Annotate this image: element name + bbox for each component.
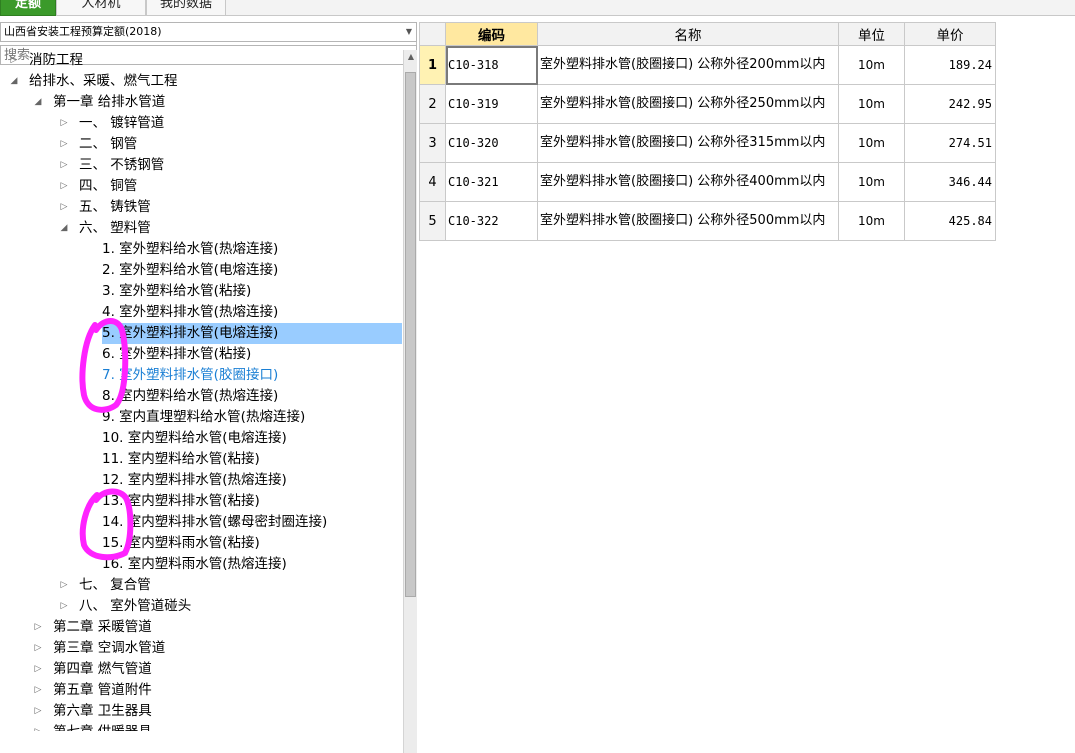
collapse-arrow-icon[interactable]: ◢ (58, 218, 70, 239)
tree-leaf-label: 3. 室外塑料给水管(粘接) (102, 283, 252, 299)
cell-name[interactable]: 室外塑料排水管(胶圈接口) 公称外径315mm以内 (537, 123, 839, 163)
expand-arrow-icon[interactable]: ▷ (58, 134, 70, 155)
expand-arrow-icon[interactable]: ▷ (58, 155, 70, 176)
row-index: 5 (419, 201, 446, 241)
tree-leaf-label: 15. 室内塑料雨水管(粘接) (102, 535, 260, 551)
cell-code[interactable]: C10-322 (445, 201, 538, 241)
grid-header-row: 编码 名称 单位 单价 (419, 22, 996, 46)
expand-arrow-icon[interactable]: ▷ (32, 722, 44, 731)
cell-price[interactable]: 425.84 (904, 201, 996, 241)
cell-code[interactable]: C10-321 (445, 162, 538, 202)
cell-unit[interactable]: 10m (838, 45, 905, 85)
tree-node-label: 第六章 卫生器具 (53, 703, 152, 719)
tree-node-label: 第二章 采暖管道 (53, 619, 152, 635)
tab-labor-material-machine[interactable]: 人材机 (56, 0, 146, 16)
cell-name[interactable]: 室外塑料排水管(胶圈接口) 公称外径400mm以内 (537, 162, 839, 202)
column-header-unit[interactable]: 单位 (838, 22, 905, 46)
table-row[interactable]: 4 C10-321 室外塑料排水管(胶圈接口) 公称外径400mm以内 10m … (419, 162, 996, 202)
chapter-tree: ▷ 消防工程 ◢ 给排水、采暖、燃气工程 ◢ 第一章 给排水管道 ▷ 一、 镀锌… (0, 50, 403, 731)
tree-node-label: 第五章 管道附件 (53, 682, 152, 698)
expand-arrow-icon[interactable]: ▷ (8, 50, 20, 71)
row-index: 3 (419, 123, 446, 163)
collapse-arrow-icon[interactable]: ◢ (32, 92, 44, 113)
table-row[interactable]: 5 C10-322 室外塑料排水管(胶圈接口) 公称外径500mm以内 10m … (419, 201, 996, 241)
expand-arrow-icon[interactable]: ▷ (32, 701, 44, 722)
tree-leaf-label: 12. 室内塑料排水管(热熔连接) (102, 472, 287, 488)
table-row[interactable]: 3 C10-320 室外塑料排水管(胶圈接口) 公称外径315mm以内 10m … (419, 123, 996, 163)
cell-price[interactable]: 274.51 (904, 123, 996, 163)
tree-scrollbar[interactable]: ▲ (403, 50, 417, 753)
row-index: 2 (419, 84, 446, 124)
tree-leaf-label: 5. 室外塑料排水管(电熔连接) (102, 323, 402, 344)
row-index: 1 (419, 45, 446, 85)
cell-unit[interactable]: 10m (838, 84, 905, 124)
cell-unit[interactable]: 10m (838, 201, 905, 241)
tree-node-label: 第四章 燃气管道 (53, 661, 152, 677)
tree-node-label: 八、 室外管道碰头 (79, 598, 192, 614)
tree-node-label: 一、 镀锌管道 (79, 115, 165, 131)
expand-arrow-icon[interactable]: ▷ (58, 113, 70, 134)
expand-arrow-icon[interactable]: ▷ (32, 659, 44, 680)
column-header-name[interactable]: 名称 (537, 22, 839, 46)
expand-arrow-icon[interactable]: ▷ (58, 197, 70, 218)
chevron-down-icon[interactable]: ▼ (406, 27, 412, 36)
tree-node-label: 第七章 供暖器具 (53, 722, 152, 731)
column-header-price[interactable]: 单价 (904, 22, 996, 46)
tree-leaf-label: 14. 室内塑料排水管(螺母密封圈连接) (102, 514, 328, 530)
cell-name[interactable]: 室外塑料排水管(胶圈接口) 公称外径500mm以内 (537, 201, 839, 241)
tree-node-label: 六、 塑料管 (79, 220, 151, 236)
tree-leaf-label: 4. 室外塑料排水管(热熔连接) (102, 304, 279, 320)
tree-leaf-label: 13. 室内塑料排水管(粘接) (102, 493, 260, 509)
tree-node-label: 三、 不锈钢管 (79, 157, 165, 173)
quota-library-value: 山西省安装工程预算定额(2018) (4, 25, 162, 38)
table-row[interactable]: 2 C10-319 室外塑料排水管(胶圈接口) 公称外径250mm以内 10m … (419, 84, 996, 124)
tree-leaf-label: 2. 室外塑料给水管(电熔连接) (102, 262, 279, 278)
tab-my-data[interactable]: 我的数据 (146, 0, 226, 16)
cell-code[interactable]: C10-320 (445, 123, 538, 163)
expand-arrow-icon[interactable]: ▷ (58, 176, 70, 197)
table-row[interactable]: 1 C10-318 室外塑料排水管(胶圈接口) 公称外径200mm以内 10m … (419, 45, 996, 85)
cell-name[interactable]: 室外塑料排水管(胶圈接口) 公称外径200mm以内 (537, 45, 839, 85)
tree-leaf-label: 8. 室内塑料给水管(热熔连接) (102, 388, 279, 404)
tree-node-label: 消防工程 (29, 52, 83, 68)
grid-corner (419, 22, 446, 46)
tree-leaf-label: 7. 室外塑料排水管(胶圈接口) (102, 367, 279, 383)
tree-leaf-label: 16. 室内塑料雨水管(热熔连接) (102, 556, 287, 572)
top-tab-bar: 定额 人材机 我的数据 (0, 0, 1075, 16)
expand-arrow-icon[interactable]: ▷ (58, 575, 70, 596)
expand-arrow-icon[interactable]: ▷ (58, 596, 70, 617)
cell-unit[interactable]: 10m (838, 162, 905, 202)
tree-leaf-label: 10. 室内塑料给水管(电熔连接) (102, 430, 287, 446)
cell-code[interactable]: C10-319 (445, 84, 538, 124)
tree-leaf-label: 6. 室外塑料排水管(粘接) (102, 346, 252, 362)
cell-price[interactable]: 346.44 (904, 162, 996, 202)
cell-name[interactable]: 室外塑料排水管(胶圈接口) 公称外径250mm以内 (537, 84, 839, 124)
tree-node-label: 第一章 给排水管道 (53, 94, 166, 110)
expand-arrow-icon[interactable]: ▷ (32, 617, 44, 638)
expand-arrow-icon[interactable]: ▷ (32, 680, 44, 701)
tree-leaf-label: 11. 室内塑料给水管(粘接) (102, 451, 260, 467)
row-index: 4 (419, 162, 446, 202)
column-header-code[interactable]: 编码 (445, 22, 538, 46)
cell-code[interactable]: C10-318 (445, 45, 538, 85)
expand-arrow-icon[interactable]: ▷ (32, 638, 44, 659)
collapse-arrow-icon[interactable]: ◢ (8, 71, 20, 92)
tree-node-label: 五、 铸铁管 (79, 199, 151, 215)
tree-leaf-label: 9. 室内直埋塑料给水管(热熔连接) (102, 409, 306, 425)
tree-node-label: 二、 钢管 (79, 136, 138, 152)
cell-unit[interactable]: 10m (838, 123, 905, 163)
quota-grid: 编码 名称 单位 单价 1 C10-318 室外塑料排水管(胶圈接口) 公称外径… (419, 22, 996, 241)
tree-leaf-label: 1. 室外塑料给水管(热熔连接) (102, 241, 279, 257)
tree-node-label: 给排水、采暖、燃气工程 (29, 73, 178, 89)
cell-price[interactable]: 189.24 (904, 45, 996, 85)
tree-node-label: 七、 复合管 (79, 577, 151, 593)
cell-price[interactable]: 242.95 (904, 84, 996, 124)
tree-node-label: 四、 铜管 (79, 178, 138, 194)
scrollbar-thumb[interactable] (405, 72, 416, 597)
scroll-up-icon[interactable]: ▲ (404, 50, 418, 64)
quota-library-select[interactable]: 山西省安装工程预算定额(2018) ▼ (0, 22, 417, 42)
tree-node-label: 第三章 空调水管道 (53, 640, 166, 656)
tab-quota[interactable]: 定额 (0, 0, 56, 16)
